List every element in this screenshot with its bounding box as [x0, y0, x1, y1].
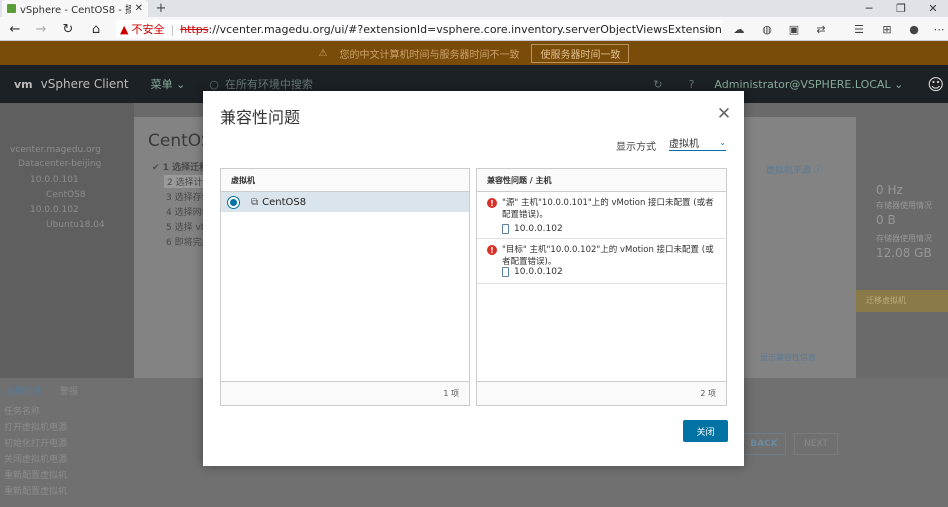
tree-item[interactable]: 10.0.0.102 — [30, 205, 79, 215]
task-row[interactable]: 重新配置虚拟机 — [4, 468, 67, 481]
translate-icon[interactable]: ⇄ — [810, 17, 832, 41]
vm-icon: ⧉ — [251, 196, 259, 208]
forward-icon[interactable]: → — [30, 17, 52, 41]
app-name: vSphere Client — [40, 77, 129, 91]
tree-item[interactable]: Datacenter-beijing — [18, 159, 101, 169]
search-icon: ○ — [209, 77, 219, 91]
favorite-star-icon[interactable]: ☆ — [698, 17, 720, 41]
home-icon[interactable]: ⌂ — [85, 17, 107, 41]
tree-item[interactable]: CentOS8 — [46, 190, 86, 200]
close-window-icon[interactable]: ✕ — [920, 0, 946, 17]
issues-grid-header: 兼容性问题 / 主机 — [477, 169, 726, 192]
close-button[interactable]: 关闭 — [683, 420, 728, 442]
issue-row[interactable]: ! "源" 主机"10.0.0.101"上的 vMotion 接口未配置 (或者… — [477, 192, 726, 239]
tree-item[interactable]: vcenter.magedu.org — [10, 145, 101, 155]
recent-tasks-tab[interactable]: 近期任务 — [6, 384, 42, 397]
global-search[interactable]: 在所有环境中搜索 — [225, 76, 653, 92]
issues-grid-footer: 2 项 — [477, 381, 726, 405]
back-icon[interactable]: ← — [4, 17, 26, 41]
task-column-header: 任务名称 — [4, 407, 41, 417]
vm-row[interactable]: ⧉ CentOS8 — [221, 192, 469, 212]
alarms-tab[interactable]: 警报 — [60, 384, 78, 397]
url-field[interactable]: ▲ 不安全 | https ://vcenter.magedu.org/ui/#… — [116, 20, 722, 38]
close-tab-icon[interactable]: ✕ — [135, 3, 143, 14]
sync-time-button[interactable]: 使服务器时间一致 — [531, 43, 630, 63]
host-name: 10.0.0.102 — [514, 267, 563, 277]
tree-item[interactable]: 10.0.0.101 — [30, 175, 79, 185]
vm-grid: 虚拟机 ⧉ CentOS8 1 项 — [220, 168, 470, 406]
compat-info-link[interactable]: 显示兼容性信息 — [760, 352, 816, 363]
issue-host[interactable]: 10.0.0.102 — [502, 224, 563, 234]
chevron-down-icon: ⌄ — [719, 138, 726, 147]
url-text: ://vcenter.magedu.org/ui/#?extensionId=v… — [208, 22, 723, 36]
infobar-text: 您的中文计算机时间与服务器时间不一致 — [339, 49, 520, 61]
issue-message: "源" 主机"10.0.0.101"上的 vMotion 接口未配置 (或者配置… — [502, 198, 714, 220]
tab-title: vSphere - CentOS8 - 摘要 — [20, 5, 131, 16]
new-tab-button[interactable]: + — [152, 0, 170, 17]
url-scheme: https — [180, 22, 209, 36]
host-icon — [502, 224, 509, 234]
minimize-icon[interactable]: ─ — [856, 0, 882, 17]
error-icon: ! — [487, 198, 497, 208]
vmware-logo: vm — [14, 77, 33, 91]
issue-host[interactable]: 10.0.0.102 — [502, 267, 563, 277]
cloud-icon[interactable]: ☁ — [728, 17, 750, 41]
reload-icon[interactable]: ↻ — [57, 17, 79, 41]
issue-message: "目标" 主机"10.0.0.102"上的 vMotion 接口未配置 (或者配… — [502, 245, 714, 267]
view-mode-value: 虚拟机 — [669, 139, 699, 150]
issues-grid: 兼容性问题 / 主机 ! "源" 主机"10.0.0.101"上的 vMotio… — [476, 168, 727, 406]
collections-panel-icon[interactable]: ⊞ — [876, 17, 898, 41]
user-menu[interactable]: Administrator@VSPHERE.LOCAL ⌄ — [714, 78, 903, 91]
task-row[interactable]: 打开虚拟机电源 — [4, 420, 67, 433]
view-mode-label: 显示方式 — [616, 142, 656, 153]
wizard-back-button[interactable]: BACK — [742, 433, 786, 455]
storage-label: 存储器使用情况 — [876, 201, 932, 210]
vm-origin-link[interactable]: 虚拟机来源 ⓘ — [766, 163, 823, 176]
storage-label: 存储器使用情况 — [876, 234, 932, 243]
insecure-label: 不安全 — [131, 23, 165, 36]
time-warning-bar: ⚠ 您的中文计算机时间与服务器时间不一致 使服务器时间一致 — [0, 41, 948, 65]
url-separator: | — [170, 22, 175, 36]
refresh-icon[interactable]: ↻ — [653, 78, 662, 91]
help-icon[interactable]: ? — [689, 78, 695, 91]
view-mode-select[interactable]: 虚拟机 ⌄ — [669, 135, 726, 151]
tree-item[interactable]: Ubuntu18.04 — [46, 220, 105, 230]
extension-icon[interactable]: ▣ — [783, 17, 805, 41]
migrate-banner: 迁移虚拟机 — [856, 290, 948, 312]
cpu-value: 0 Hz — [876, 183, 903, 197]
issue-row[interactable]: ! "目标" 主机"10.0.0.102"上的 vMotion 接口未配置 (或… — [477, 239, 726, 284]
maximize-icon[interactable]: ❐ — [888, 0, 914, 17]
favorites-icon[interactable]: ☰ — [848, 17, 870, 41]
error-icon: ! — [487, 245, 497, 255]
menu-dropdown[interactable]: 菜单 ⌄ — [151, 76, 186, 92]
collections-icon[interactable]: ◍ — [756, 17, 778, 41]
warning-icon: ▲ — [120, 22, 129, 36]
vsphere-favicon-icon — [7, 4, 16, 13]
warning-icon: ⚠ — [318, 47, 328, 59]
vm-select-radio[interactable] — [228, 196, 239, 208]
task-row[interactable]: 重新配置虚拟机 — [4, 484, 67, 497]
smiley-feedback-icon[interactable]: ☺ — [927, 75, 944, 94]
dialog-title: 兼容性问题 — [220, 108, 301, 127]
task-row[interactable]: 关闭虚拟机电源 — [4, 452, 67, 465]
browser-tab[interactable]: vSphere - CentOS8 - 摘要 ✕ — [2, 0, 148, 17]
vm-name: CentOS8 — [262, 196, 307, 208]
host-name: 10.0.0.102 — [514, 224, 563, 234]
host-icon — [502, 267, 509, 277]
more-menu-icon[interactable]: ⋯ — [928, 17, 948, 41]
close-icon[interactable]: ✕ — [716, 104, 732, 124]
storage-value: 12.08 GB — [876, 246, 932, 260]
vm-grid-header: 虚拟机 — [221, 169, 469, 192]
memory-value: 0 B — [876, 213, 896, 227]
task-row[interactable]: 初始化打开电源 — [4, 436, 67, 449]
wizard-next-button[interactable]: NEXT — [794, 433, 838, 455]
profile-avatar-icon[interactable]: ● — [903, 17, 925, 41]
vm-grid-footer: 1 项 — [221, 381, 469, 405]
